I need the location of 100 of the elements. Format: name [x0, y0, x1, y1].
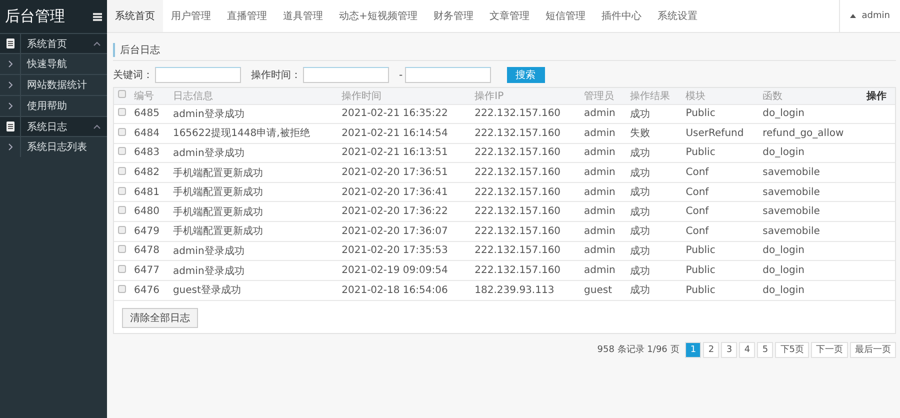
table-cell: 2021-02-21 16:35:22: [338, 104, 471, 124]
column-header: 操作时间: [338, 88, 471, 104]
table-cell: 222.132.157.160: [470, 162, 580, 182]
table-cell: admin: [580, 162, 626, 182]
row-checkbox[interactable]: [118, 245, 126, 254]
pager-button[interactable]: 下一页: [811, 342, 848, 358]
date-field[interactable]: [303, 67, 389, 83]
keyword-field[interactable]: [155, 67, 241, 83]
table-cell: refund_go_allow: [758, 124, 862, 144]
table-cell: 2021-02-20 17:36:07: [338, 222, 471, 242]
column-header: 管理员: [580, 88, 626, 104]
table-cell: Conf: [682, 222, 759, 242]
table-cell: 222.132.157.160: [470, 260, 580, 280]
select-all-checkbox[interactable]: [118, 90, 126, 98]
chevron-right-icon: [8, 102, 12, 110]
table-cell: admin: [580, 202, 626, 222]
record-summary: 958 条记录 1/96 页: [597, 344, 680, 356]
table-cell: Public: [682, 143, 759, 163]
table-cell: 2021-02-18 16:54:06: [338, 280, 471, 300]
date-field[interactable]: [404, 67, 491, 83]
sidebar-item[interactable]: 系统日志列表: [0, 136, 107, 157]
table-cell: do_login: [758, 104, 862, 124]
table-cell: 2021-02-20 17:35:53: [338, 241, 471, 261]
sidebar-item[interactable]: 网站数据统计: [0, 74, 107, 95]
table-cell: 2021-02-20 17:36:51: [338, 162, 471, 182]
column-header: 函数: [758, 88, 862, 104]
page-button[interactable]: 3: [721, 342, 738, 358]
table-cell: admin登录成功: [168, 260, 338, 280]
table-cell: 手机端配置更新成功: [168, 202, 338, 222]
table-cell: 手机端配置更新成功: [168, 162, 338, 182]
table-cell: admin: [580, 241, 626, 261]
pager-button[interactable]: 最后一页: [850, 342, 896, 358]
row-checkbox[interactable]: [118, 108, 126, 116]
pager-button[interactable]: 下5页: [775, 342, 809, 358]
table-cell: admin: [580, 104, 626, 124]
chevron-up-icon: [93, 124, 101, 129]
column-header: 操作: [862, 88, 895, 104]
table-cell: admin: [580, 143, 626, 163]
column-header: 日志信息: [168, 88, 338, 104]
column-header: 编号: [130, 88, 169, 104]
sidebar-item[interactable]: 快速导航: [0, 53, 107, 74]
table-cell: admin: [580, 124, 626, 144]
table-cell: 222.132.157.160: [470, 104, 580, 124]
row-checkbox[interactable]: [118, 186, 126, 195]
table-cell: Conf: [682, 162, 759, 182]
table-cell: 成功: [626, 280, 682, 300]
table-cell: guest: [580, 280, 626, 300]
menu-icon[interactable]: [93, 12, 102, 20]
table-cell: do_login: [758, 260, 862, 280]
row-checkbox[interactable]: [118, 284, 126, 293]
table-cell: do_login: [758, 143, 862, 163]
table-cell: 6485: [130, 104, 169, 124]
table-cell: 2021-02-20 17:36:22: [338, 202, 471, 222]
table-cell: admin登录成功: [168, 143, 338, 163]
table-cell: savemobile: [758, 182, 862, 202]
table-cell: 6480: [130, 202, 169, 222]
row-checkbox[interactable]: [118, 265, 126, 274]
page-button[interactable]: 2: [703, 342, 720, 358]
table-cell: 失败: [626, 124, 682, 144]
row-checkbox[interactable]: [118, 226, 126, 234]
caret-up-icon: [850, 14, 856, 18]
table-cell: 6483: [130, 143, 169, 163]
field-label: 关键词：: [113, 68, 153, 82]
column-header: 模块: [682, 88, 759, 104]
table-cell: 6481: [130, 182, 169, 202]
row-checkbox[interactable]: [118, 128, 126, 136]
page-button[interactable]: 4: [739, 342, 756, 358]
table-cell: 成功: [626, 143, 682, 163]
table-cell: 2021-02-19 09:09:54: [338, 260, 471, 280]
table-cell: admin登录成功: [168, 241, 338, 261]
sidebar-section[interactable]: 系统首页: [0, 33, 107, 53]
chevron-right-icon: [8, 143, 12, 151]
chevron-right-icon: [8, 81, 12, 89]
sidebar-section[interactable]: 系统日志: [0, 116, 107, 136]
table-cell: admin登录成功: [168, 104, 338, 124]
user-name[interactable]: admin: [862, 11, 890, 21]
table-cell: 222.132.157.160: [470, 222, 580, 242]
chevron-right-icon: [8, 60, 12, 68]
page-button[interactable]: 5: [757, 342, 774, 358]
table-cell: 2021-02-20 17:36:41: [338, 182, 471, 202]
clear-logs-button[interactable]: 清除全部日志: [122, 308, 198, 328]
table-cell: 222.132.157.160: [470, 202, 580, 222]
row-checkbox[interactable]: [118, 206, 126, 214]
table-cell: 成功: [626, 182, 682, 202]
nav-tab[interactable]: 系统首页: [107, 0, 163, 32]
table-cell: 成功: [626, 104, 682, 124]
row-checkbox[interactable]: [118, 147, 126, 156]
table-cell: guest登录成功: [168, 280, 338, 300]
table-cell: 182.239.93.113: [470, 280, 580, 300]
chevron-up-icon: [93, 41, 101, 46]
row-checkbox[interactable]: [118, 167, 126, 176]
table-cell: Public: [682, 241, 759, 261]
field-label: 操作时间：: [251, 68, 301, 82]
table-cell: Public: [682, 260, 759, 280]
table-cell: 6482: [130, 162, 169, 182]
table-cell: 222.132.157.160: [470, 124, 580, 144]
document-icon: [6, 121, 14, 132]
table-cell: 2021-02-21 16:13:51: [338, 143, 471, 163]
table-cell: savemobile: [758, 202, 862, 222]
table-cell: do_login: [758, 241, 862, 261]
